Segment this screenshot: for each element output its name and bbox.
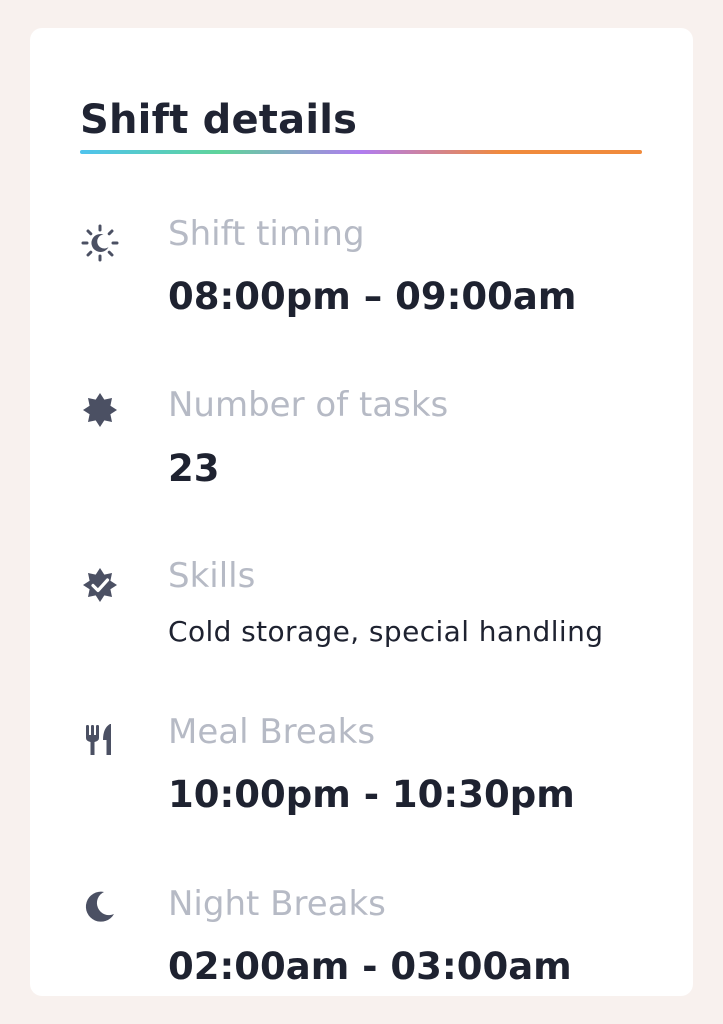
tasks-value: 23: [168, 447, 220, 490]
moon-icon: [78, 884, 122, 928]
shift-timing-value: 08:00pm – 09:00am: [168, 275, 577, 318]
shift-timing-label: Shift timing: [168, 214, 365, 254]
skills-value: Cold storage, special handling: [168, 615, 604, 648]
verified-badge-icon: [78, 563, 122, 607]
badge-icon: [78, 388, 122, 432]
divider-segment-2: [220, 150, 361, 154]
fork-knife-icon: [78, 718, 122, 762]
divider-segment-3: [361, 150, 502, 154]
skills-label: Skills: [168, 556, 256, 596]
night-breaks-value: 02:00am - 03:00am: [168, 945, 572, 988]
sun-moon-icon: [78, 221, 122, 265]
card-title: Shift details: [80, 97, 358, 143]
gradient-divider: [80, 150, 642, 154]
night-breaks-label: Night Breaks: [168, 884, 386, 924]
meal-breaks-label: Meal Breaks: [168, 712, 376, 752]
shift-details-card: Shift details Shift timing 08:00pm – 09:…: [30, 28, 693, 996]
divider-segment-1: [80, 150, 221, 154]
meal-breaks-value: 10:00pm - 10:30pm: [168, 773, 575, 816]
tasks-label: Number of tasks: [168, 385, 449, 425]
divider-segment-4: [501, 150, 642, 154]
